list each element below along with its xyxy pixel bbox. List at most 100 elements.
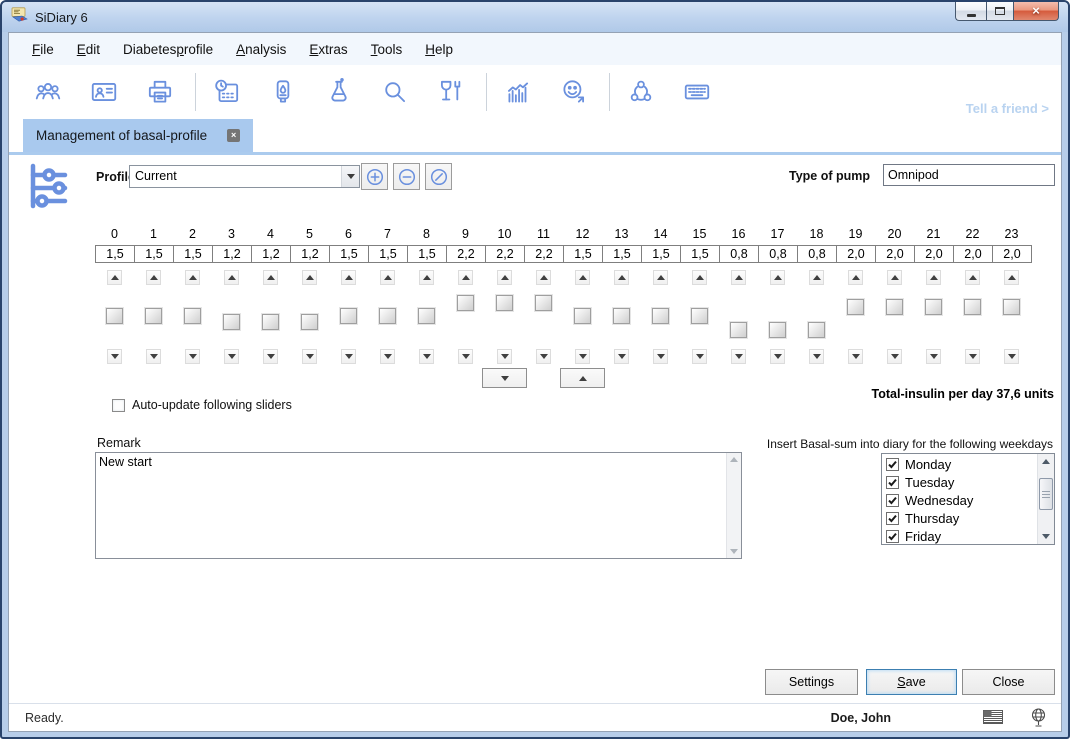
slider-thumb-21[interactable]	[925, 299, 942, 315]
toolbar-share-button[interactable]	[626, 77, 656, 107]
chevron-down-icon[interactable]	[341, 166, 359, 187]
toolbar-statistics-button[interactable]	[503, 77, 533, 107]
slider-thumb-12[interactable]	[574, 308, 591, 324]
slider-thumb-0[interactable]	[106, 308, 123, 324]
add-profile-button[interactable]	[361, 163, 388, 190]
toolbar-search-button[interactable]	[380, 77, 410, 107]
remove-profile-button[interactable]	[393, 163, 420, 190]
slider-down-button-3[interactable]	[224, 349, 239, 364]
toolbar-keyboard-button[interactable]	[682, 77, 712, 107]
toolbar-glucose-meter-button[interactable]	[268, 77, 298, 107]
slider-thumb-5[interactable]	[301, 314, 318, 330]
slider-up-button-1[interactable]	[146, 270, 161, 285]
slider-thumb-18[interactable]	[808, 322, 825, 338]
slider-thumb-20[interactable]	[886, 299, 903, 315]
slider-thumb-6[interactable]	[340, 308, 357, 324]
slider-down-button-18[interactable]	[809, 349, 824, 364]
slider-thumb-10[interactable]	[496, 295, 513, 311]
slider-thumb-2[interactable]	[184, 308, 201, 324]
slider-thumb-13[interactable]	[613, 308, 630, 324]
save-button[interactable]: Save	[866, 669, 957, 695]
slider-up-button-20[interactable]	[887, 270, 902, 285]
slider-up-button-14[interactable]	[653, 270, 668, 285]
slider-up-button-8[interactable]	[419, 270, 434, 285]
toolbar-flask-button[interactable]	[324, 77, 354, 107]
slider-up-button-10[interactable]	[497, 270, 512, 285]
toolbar-id-card-button[interactable]	[89, 77, 119, 107]
slider-down-button-7[interactable]	[380, 349, 395, 364]
remark-textarea[interactable]: New start	[95, 452, 742, 559]
remark-scrollbar[interactable]	[726, 453, 741, 558]
edit-profile-button[interactable]	[425, 163, 452, 190]
flag-icon[interactable]	[983, 710, 1003, 729]
slider-down-button-16[interactable]	[731, 349, 746, 364]
slider-down-button-17[interactable]	[770, 349, 785, 364]
slider-thumb-15[interactable]	[691, 308, 708, 324]
weekday-thursday[interactable]: Thursday	[882, 509, 1037, 527]
slider-down-button-21[interactable]	[926, 349, 941, 364]
slider-up-button-12[interactable]	[575, 270, 590, 285]
toolbar-smiley-button[interactable]	[559, 77, 589, 107]
toolbar-users-button[interactable]	[33, 77, 63, 107]
weekday-wednesday[interactable]: Wednesday	[882, 491, 1037, 509]
slider-thumb-11[interactable]	[535, 295, 552, 311]
auto-update-checkbox[interactable]: Auto-update following sliders	[112, 398, 292, 412]
tab-close-icon[interactable]	[227, 129, 240, 142]
slider-up-button-13[interactable]	[614, 270, 629, 285]
slider-down-button-0[interactable]	[107, 349, 122, 364]
slider-up-button-9[interactable]	[458, 270, 473, 285]
menu-file[interactable]: File	[22, 38, 64, 61]
titlebar[interactable]: SiDiary 6	[2, 2, 1068, 32]
weekdays-scrollbar[interactable]	[1037, 454, 1054, 544]
slider-up-button-17[interactable]	[770, 270, 785, 285]
slider-up-button-0[interactable]	[107, 270, 122, 285]
pump-type-input[interactable]	[883, 164, 1055, 186]
close-window-button[interactable]: ×	[1014, 2, 1059, 21]
menu-diabetesprofile[interactable]: Diabetesprofile	[113, 38, 223, 61]
slider-up-button-7[interactable]	[380, 270, 395, 285]
slider-thumb-3[interactable]	[223, 314, 240, 330]
weekday-tuesday[interactable]: Tuesday	[882, 473, 1037, 491]
toolbar-calendar-clock-button[interactable]	[212, 77, 242, 107]
slider-up-button-3[interactable]	[224, 270, 239, 285]
close-button[interactable]: Close	[962, 669, 1055, 695]
slider-up-button-22[interactable]	[965, 270, 980, 285]
slider-up-button-2[interactable]	[185, 270, 200, 285]
menu-analysis[interactable]: Analysis	[226, 38, 296, 61]
slider-down-button-2[interactable]	[185, 349, 200, 364]
slider-down-button-19[interactable]	[848, 349, 863, 364]
weekday-monday[interactable]: Monday	[882, 455, 1037, 473]
slider-down-button-9[interactable]	[458, 349, 473, 364]
slider-thumb-8[interactable]	[418, 308, 435, 324]
step-up-button-hour-12[interactable]	[560, 368, 605, 388]
slider-down-button-14[interactable]	[653, 349, 668, 364]
weekday-friday[interactable]: Friday	[882, 527, 1037, 545]
slider-thumb-22[interactable]	[964, 299, 981, 315]
slider-thumb-14[interactable]	[652, 308, 669, 324]
slider-down-button-22[interactable]	[965, 349, 980, 364]
slider-up-button-21[interactable]	[926, 270, 941, 285]
toolbar-printer-button[interactable]	[145, 77, 175, 107]
maximize-button[interactable]	[986, 2, 1014, 21]
weekdays-listbox[interactable]: MondayTuesdayWednesdayThursdayFriday	[881, 453, 1055, 545]
slider-thumb-1[interactable]	[145, 308, 162, 324]
slider-thumb-7[interactable]	[379, 308, 396, 324]
scroll-up-icon[interactable]	[730, 457, 738, 462]
tell-a-friend-link[interactable]: Tell a friend >	[966, 101, 1049, 116]
slider-thumb-19[interactable]	[847, 299, 864, 315]
slider-up-button-15[interactable]	[692, 270, 707, 285]
menu-edit[interactable]: Edit	[67, 38, 110, 61]
slider-up-button-18[interactable]	[809, 270, 824, 285]
scroll-down-icon[interactable]	[730, 549, 738, 554]
slider-down-button-10[interactable]	[497, 349, 512, 364]
slider-up-button-5[interactable]	[302, 270, 317, 285]
menu-extras[interactable]: Extras	[299, 38, 357, 61]
slider-up-button-11[interactable]	[536, 270, 551, 285]
scroll-down-icon[interactable]	[1042, 534, 1050, 539]
slider-up-button-6[interactable]	[341, 270, 356, 285]
slider-down-button-5[interactable]	[302, 349, 317, 364]
slider-up-button-23[interactable]	[1004, 270, 1019, 285]
minimize-button[interactable]	[955, 2, 986, 21]
slider-down-button-23[interactable]	[1004, 349, 1019, 364]
slider-thumb-16[interactable]	[730, 322, 747, 338]
